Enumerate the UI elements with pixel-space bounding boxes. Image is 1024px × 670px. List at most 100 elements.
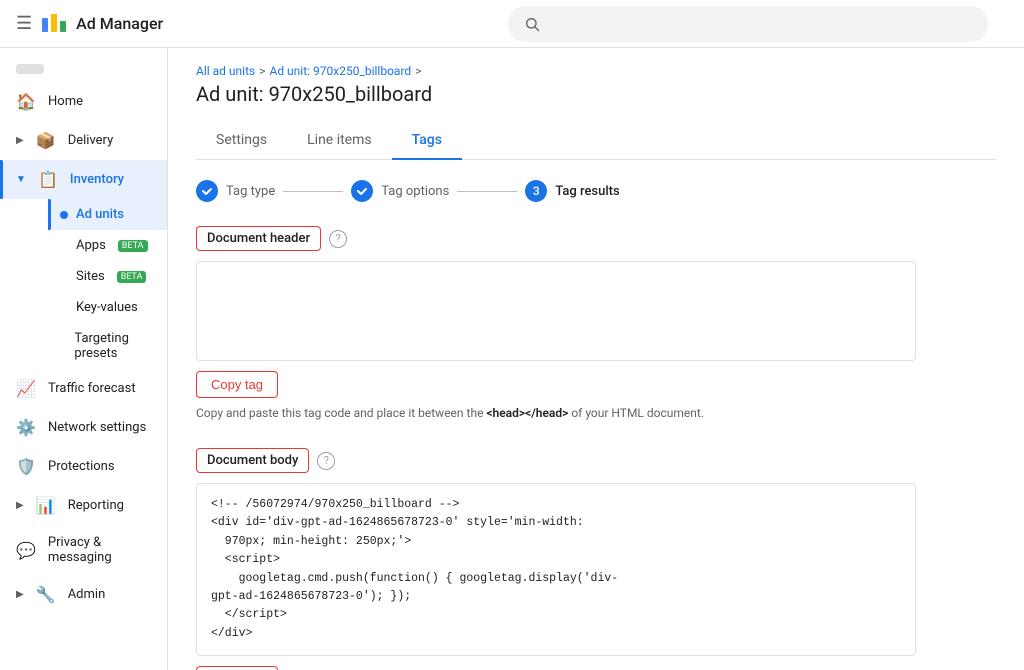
- topnav-logo: ☰ Ad Manager: [16, 10, 163, 38]
- sidebar-item-label: Ad units: [76, 207, 124, 222]
- step-circle-3: 3: [525, 180, 547, 202]
- search-icon: [524, 16, 540, 32]
- document-header-help[interactable]: ?: [329, 230, 347, 248]
- sidebar-account: [0, 56, 167, 82]
- document-header-code: &lt;/script&gt; &lt;script&gt; window.go…: [196, 261, 916, 361]
- sidebar-item-delivery[interactable]: ▶ 📦 Delivery: [0, 121, 167, 160]
- account-avatar: [16, 64, 44, 74]
- sidebar-item-admin[interactable]: ▶ 🔧 Admin: [0, 575, 167, 614]
- breadcrumb-sep2: >: [415, 64, 421, 78]
- dot: [60, 304, 68, 312]
- tab-tags[interactable]: Tags: [392, 122, 462, 160]
- ad-manager-logo: [40, 10, 68, 38]
- step-label-1: Tag type: [226, 184, 275, 199]
- apps-badge: BETA: [118, 240, 148, 252]
- home-icon: 🏠: [16, 92, 36, 111]
- hint-suffix-1: of your HTML document.: [568, 406, 704, 420]
- sidebar-item-apps[interactable]: Apps BETA: [48, 230, 167, 261]
- step-circle-2: [351, 180, 373, 202]
- copy-header-tag-button[interactable]: Copy tag: [196, 371, 278, 398]
- step-line-1: [283, 191, 343, 192]
- inventory-subnav: Ad units Apps BETA Sites BETA Key-values…: [0, 199, 167, 369]
- document-body-code: <!-- /56072974/970x250_billboard --> <di…: [196, 483, 916, 656]
- sidebar-item-reporting[interactable]: ▶ 📊 Reporting: [0, 486, 167, 525]
- tab-settings[interactable]: Settings: [196, 122, 287, 160]
- main-content: All ad units > Ad unit: 970x250_billboar…: [168, 48, 1024, 670]
- sidebar-item-label: Key-values: [76, 300, 138, 315]
- sidebar-item-ad-units[interactable]: Ad units: [48, 199, 167, 230]
- dot: [60, 273, 68, 281]
- breadcrumb-ad-unit[interactable]: Ad unit: 970x250_billboard: [269, 64, 411, 78]
- sidebar-item-label: Reporting: [68, 498, 124, 513]
- sidebar-item-privacy[interactable]: 💬 Privacy & messaging: [0, 525, 167, 575]
- expand-icon: ▶: [16, 135, 24, 146]
- sidebar-item-protections[interactable]: 🛡️ Protections: [0, 447, 167, 486]
- sidebar-item-label: Network settings: [48, 420, 146, 435]
- sidebar-item-network-settings[interactable]: ⚙️ Network settings: [0, 408, 167, 447]
- checkmark-icon: [356, 185, 368, 197]
- tab-line-items[interactable]: Line items: [287, 122, 391, 160]
- traffic-icon: 📈: [16, 379, 36, 398]
- expand-icon: ▶: [16, 500, 24, 511]
- document-header-hint: Copy and paste this tag code and place i…: [196, 406, 996, 420]
- dot: [60, 242, 68, 250]
- sidebar-item-traffic-forecast[interactable]: 📈 Traffic forecast: [0, 369, 167, 408]
- settings-icon: ⚙️: [16, 418, 36, 437]
- copy-body-tag-button[interactable]: Copy tag: [196, 666, 278, 670]
- breadcrumb-all-ad-units[interactable]: All ad units: [196, 64, 255, 78]
- dot: [60, 342, 66, 350]
- document-header-label: Document header: [196, 226, 321, 251]
- delivery-icon: 📦: [36, 131, 56, 150]
- sidebar-item-home[interactable]: 🏠 Home: [0, 82, 167, 121]
- document-body-label-row: Document body ?: [196, 448, 996, 473]
- sidebar-item-label: Inventory: [70, 172, 124, 187]
- tabs-bar: Settings Line items Tags: [196, 122, 996, 160]
- inventory-icon: 📋: [38, 170, 58, 189]
- step-tag-type: Tag type: [196, 180, 275, 202]
- topnav-title: Ad Manager: [76, 14, 163, 33]
- expand-icon: ▼: [16, 174, 26, 185]
- step-number-3: 3: [533, 184, 540, 198]
- sidebar: 🏠 Home ▶ 📦 Delivery ▼ 📋 Inventory Ad uni…: [0, 48, 168, 670]
- active-dot: [60, 211, 68, 219]
- sidebar-item-label: Targeting presets: [74, 331, 155, 361]
- shield-icon: 🛡️: [16, 457, 36, 476]
- sidebar-item-label: Privacy & messaging: [48, 535, 151, 565]
- reporting-icon: 📊: [36, 496, 56, 515]
- sidebar-item-targeting-presets[interactable]: Targeting presets: [48, 323, 167, 369]
- breadcrumb-sep1: >: [259, 64, 265, 78]
- step-tag-options: Tag options: [351, 180, 449, 202]
- sidebar-item-label: Sites: [76, 269, 105, 284]
- step-circle-1: [196, 180, 218, 202]
- sidebar-item-label: Apps: [76, 238, 106, 253]
- hint-text-1: Copy and paste this tag code and place i…: [196, 406, 486, 420]
- hamburger-menu[interactable]: ☰: [16, 13, 32, 34]
- step-tag-results: 3 Tag results: [525, 180, 619, 202]
- sidebar-item-label: Admin: [68, 587, 106, 602]
- checkmark-icon: [201, 185, 213, 197]
- sidebar-item-label: Delivery: [68, 133, 114, 148]
- page-title: Ad unit: 970x250_billboard: [196, 82, 996, 106]
- sidebar-item-sites[interactable]: Sites BETA: [48, 261, 167, 292]
- stepper: Tag type Tag options 3 Tag results: [196, 180, 996, 202]
- search-bar[interactable]: [508, 6, 988, 42]
- document-header-section: Document header ? &lt;/script&gt; &lt;sc…: [196, 226, 996, 420]
- sidebar-item-key-values[interactable]: Key-values: [48, 292, 167, 323]
- document-body-section: Document body ? <!-- /56072974/970x250_b…: [196, 448, 996, 670]
- topnav: ☰ Ad Manager: [0, 0, 1024, 48]
- sidebar-item-label: Home: [48, 94, 83, 109]
- sidebar-item-label: Traffic forecast: [48, 381, 136, 396]
- step-line-2: [457, 191, 517, 192]
- document-body-label: Document body: [196, 448, 309, 473]
- admin-icon: 🔧: [36, 585, 56, 604]
- sidebar-item-inventory[interactable]: ▼ 📋 Inventory: [0, 160, 167, 199]
- sites-badge: BETA: [117, 271, 147, 283]
- breadcrumb: All ad units > Ad unit: 970x250_billboar…: [196, 64, 996, 78]
- hint-tag-1: <head></head>: [486, 406, 568, 420]
- sidebar-item-label: Protections: [48, 459, 115, 474]
- document-body-help[interactable]: ?: [317, 452, 335, 470]
- expand-icon: ▶: [16, 589, 24, 600]
- privacy-icon: 💬: [16, 541, 36, 560]
- document-header-label-row: Document header ?: [196, 226, 996, 251]
- step-label-2: Tag options: [381, 184, 449, 199]
